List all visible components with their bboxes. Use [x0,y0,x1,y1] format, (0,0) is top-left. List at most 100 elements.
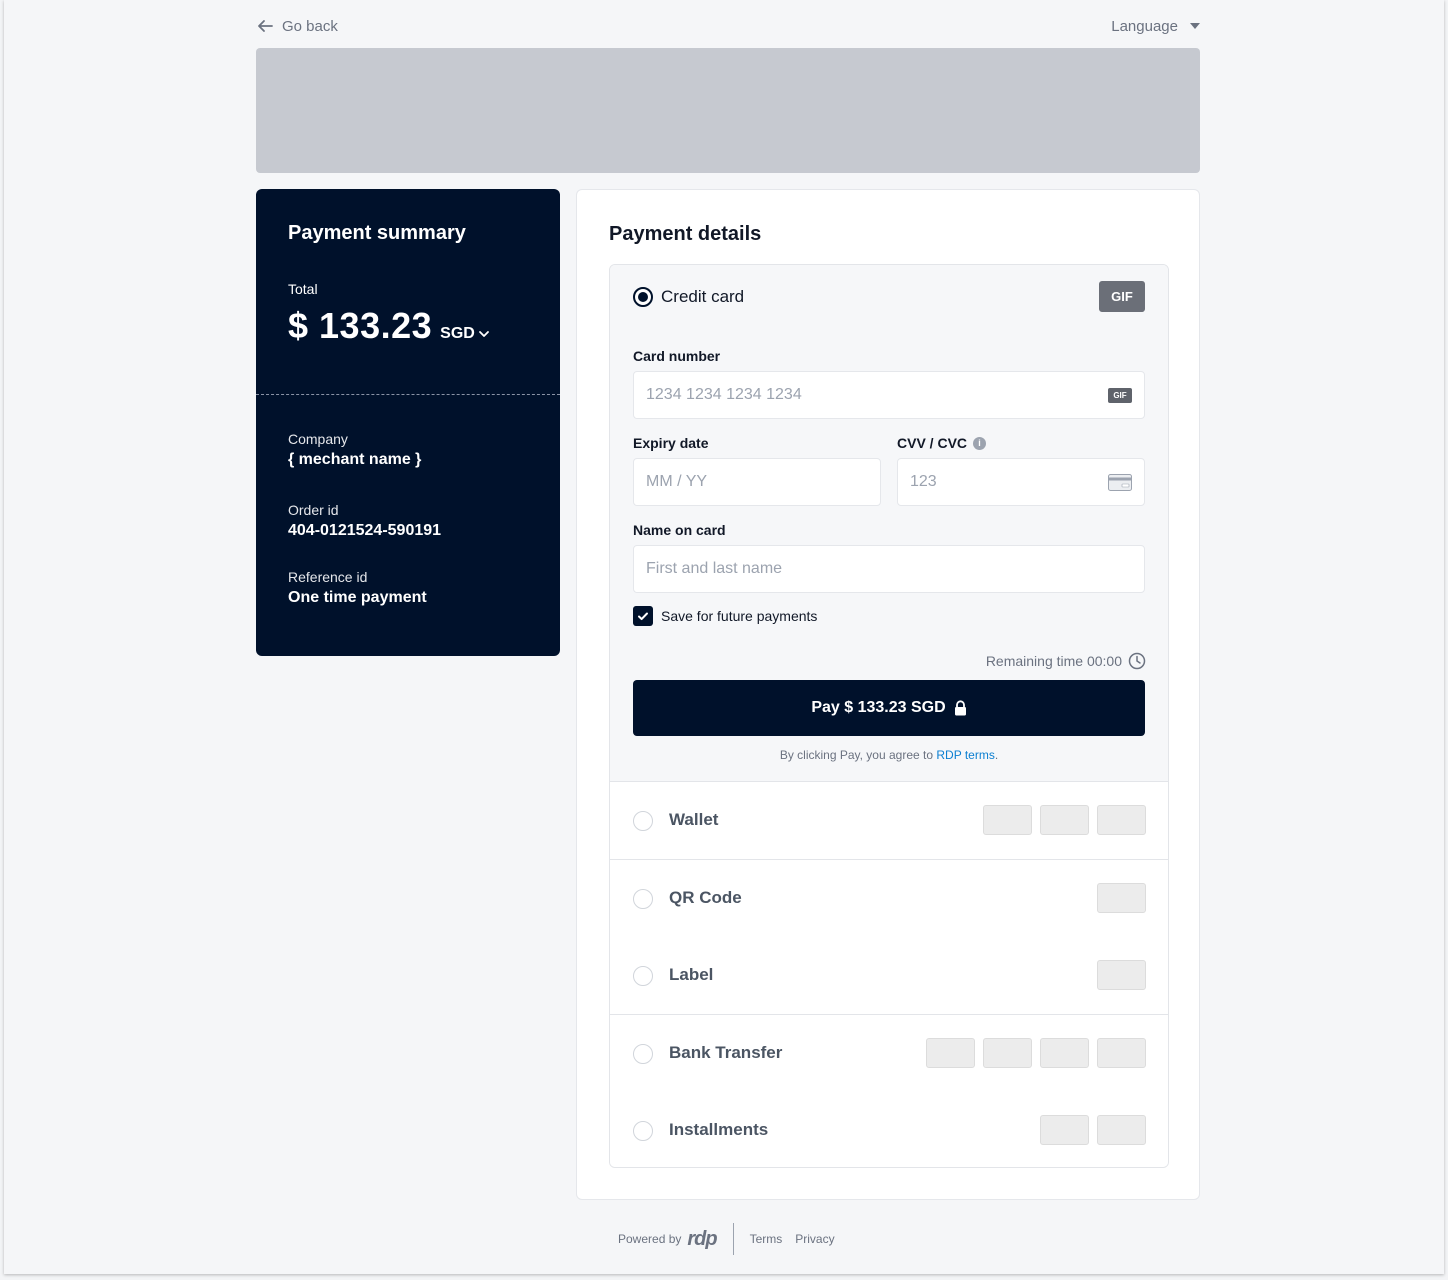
provider-logo [1040,805,1089,835]
payment-method-qr-code[interactable]: QR Code [610,859,1168,938]
card-number-field: GIF [633,371,1145,419]
page-frame: Go back Language Payment summary Total $… [4,0,1444,1274]
label-label: Label [669,965,714,984]
go-back-link[interactable]: Go back [256,17,338,35]
reference-label: Reference id [288,569,368,585]
qr-code-logos [1097,882,1146,913]
provider-logo [983,1037,1032,1068]
language-label: Language [1111,17,1178,35]
installments-label: Installments [669,1120,769,1139]
provider-logo [1040,1037,1089,1068]
card-type-badge: GIF [1108,387,1132,403]
pay-button-label: Pay $ 133.23 SGD [811,699,946,716]
currency-selector[interactable]: SGD [440,325,490,343]
label-radio[interactable] [633,966,653,986]
footer-divider [732,1223,734,1255]
agree-text: By clicking Pay, you agree to [779,748,934,762]
lock-icon [954,700,966,716]
payment-method-wallet[interactable]: Wallet [610,782,1168,860]
chevron-down-icon [478,331,489,337]
provider-logo [926,1037,975,1068]
credit-card-radio[interactable] [633,287,653,307]
company-value: { mechant name } [288,451,422,468]
save-label: Save for future payments [661,608,818,624]
total-amount-row: $ 133.23 SGD [288,305,490,347]
clock-icon [1128,652,1146,670]
reference-value: One time payment [288,589,427,606]
terms-link[interactable]: Terms [750,1232,783,1246]
cvv-input[interactable] [910,473,1108,491]
order-info: Order id 404-0121524-590191 [288,502,441,540]
wallet-logos [983,805,1146,835]
expiry-date-label: Expiry date [633,435,708,451]
installments-radio[interactable] [633,1121,653,1141]
order-value: 404-0121524-590191 [288,522,442,539]
provider-logo [1097,960,1146,990]
provider-logo [1097,1115,1146,1145]
payment-method-bank-transfer[interactable]: Bank Transfer [610,1014,1168,1093]
cvv-label-text: CVV / CVC [897,435,968,451]
merchant-banner [256,48,1200,173]
wallet-label: Wallet [669,810,719,829]
credit-card-section: Credit card GIF Card number GIF Expiry d… [610,265,1168,782]
provider-logo [1097,1037,1146,1068]
credit-card-label: Credit card [661,287,745,306]
powered-by-label: Powered by [618,1232,682,1246]
provider-logo [1097,805,1146,835]
expiry-date-label-text: Expiry date [633,435,709,451]
save-checkbox[interactable] [633,606,653,626]
remaining-time-text: Remaining time 00:00 [985,653,1122,669]
installments-logos [1040,1115,1146,1145]
footer: Powered by rdp Terms Privacy [618,1222,835,1256]
info-icon[interactable]: i [973,436,987,450]
name-on-card-label: Name on card [633,522,726,538]
bank-transfer-radio[interactable] [633,1043,653,1064]
summary-title: Payment summary [288,222,466,244]
total-amount: $ 133.23 [288,305,433,346]
total-label: Total [288,281,318,297]
cvv-field [897,458,1145,506]
agree-end: . [994,748,999,762]
reference-info: Reference id One time payment [288,569,427,607]
card-brand-badge: GIF [1099,281,1145,312]
bank-transfer-logos [926,1037,1146,1068]
qr-code-radio[interactable] [633,888,653,909]
card-back-icon [1108,473,1132,491]
check-icon [638,612,648,621]
name-on-card-field [633,545,1145,593]
footer-links: Terms Privacy [750,1232,835,1246]
provider-logo [1040,1115,1089,1145]
terms-agreement: By clicking Pay, you agree to RDP terms. [610,748,1168,762]
language-selector[interactable]: Language [1111,18,1200,35]
payment-method-installments[interactable]: Installments [610,1092,1168,1167]
top-bar: Go back Language [256,14,1200,38]
details-title: Payment details [609,223,762,245]
qr-code-label: QR Code [669,887,742,907]
rdp-terms-link[interactable]: RDP terms [936,748,994,762]
label-logos [1097,960,1146,990]
payment-methods-list: Credit card GIF Card number GIF Expiry d… [609,264,1169,1168]
currency-label: SGD [440,325,475,342]
name-on-card-input[interactable] [646,560,1132,578]
rdp-logo: rdp [687,1227,717,1250]
bank-transfer-label: Bank Transfer [669,1042,783,1062]
order-label: Order id [288,502,339,518]
provider-logo [1097,882,1146,913]
wallet-radio[interactable] [633,811,653,831]
card-number-label: Card number [633,348,721,364]
payment-method-label[interactable]: Label [610,937,1168,1015]
pay-button[interactable]: Pay $ 133.23 SGD [633,680,1145,736]
summary-divider [256,394,560,395]
card-number-input[interactable] [646,386,1108,404]
company-info: Company { mechant name } [288,431,421,469]
payment-summary-panel: Payment summary Total $ 133.23 SGD Compa… [256,189,560,656]
cvv-label: CVV / CVC i [897,435,987,451]
expiry-date-input[interactable] [646,473,868,491]
powered-by: Powered by rdp [618,1227,718,1251]
payment-details-panel: Payment details Credit card GIF Card num… [576,189,1200,1200]
remaining-time: Remaining time 00:00 [986,652,1146,670]
caret-down-icon [1190,23,1200,29]
save-for-future-option[interactable]: Save for future payments [633,606,817,626]
privacy-link[interactable]: Privacy [795,1232,834,1246]
arrow-left-icon [258,20,273,32]
